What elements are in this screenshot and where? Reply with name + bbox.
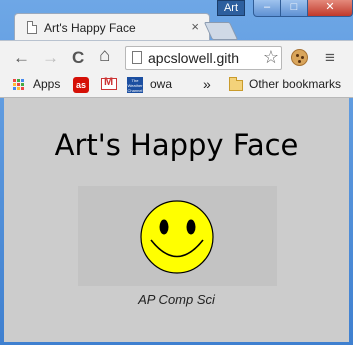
- menu-icon[interactable]: ≡: [325, 48, 335, 68]
- face-canvas: [78, 186, 277, 286]
- apps-grid-icon[interactable]: [13, 79, 25, 91]
- bookmark-owa[interactable]: owa: [150, 77, 172, 91]
- right-eye: [186, 219, 196, 235]
- page-icon: [27, 21, 37, 34]
- cookie-extension-icon[interactable]: [291, 49, 308, 66]
- face-circle: [140, 200, 214, 274]
- url-text[interactable]: apcslowell.gith: [148, 50, 239, 66]
- close-window-button[interactable]: ✕: [307, 0, 353, 17]
- back-arrow-icon[interactable]: ←: [13, 48, 30, 68]
- page-info-icon: [132, 51, 142, 64]
- tab-close-icon[interactable]: ×: [191, 19, 199, 34]
- tab-title: Art's Happy Face: [44, 21, 136, 35]
- maximize-button[interactable]: □: [280, 0, 308, 17]
- folder-icon: [229, 77, 243, 91]
- bookmark-star-icon[interactable]: ☆: [262, 47, 279, 68]
- left-eye: [159, 219, 169, 235]
- address-bar[interactable]: apcslowell.gith ☆: [125, 46, 282, 70]
- bookmarks-bar: Apps as The Weather Channel owa » Other …: [0, 73, 353, 98]
- lastfm-icon[interactable]: as: [73, 77, 89, 93]
- gmail-icon[interactable]: [101, 76, 117, 90]
- minimize-button[interactable]: –: [253, 0, 281, 17]
- profile-badge[interactable]: Art: [217, 0, 245, 16]
- reload-icon[interactable]: C: [72, 48, 84, 68]
- page-title: Art's Happy Face: [54, 128, 299, 162]
- bookmark-apps[interactable]: Apps: [33, 77, 60, 91]
- bookmarks-overflow-chevron-icon[interactable]: »: [203, 76, 211, 92]
- forward-arrow-icon[interactable]: →: [42, 48, 59, 68]
- bookmark-other[interactable]: Other bookmarks: [249, 77, 341, 91]
- weather-channel-icon[interactable]: The Weather Channel: [127, 77, 143, 93]
- browser-toolbar: ← → C ⌂ apcslowell.gith ☆ ≡: [0, 40, 353, 74]
- page-content: Art's Happy Face AP Comp Sci: [4, 98, 349, 342]
- caption: AP Comp Sci: [138, 292, 215, 307]
- browser-tab[interactable]: Art's Happy Face ×: [14, 13, 210, 41]
- smiley-face-icon: [140, 200, 214, 274]
- home-icon[interactable]: ⌂: [99, 45, 110, 67]
